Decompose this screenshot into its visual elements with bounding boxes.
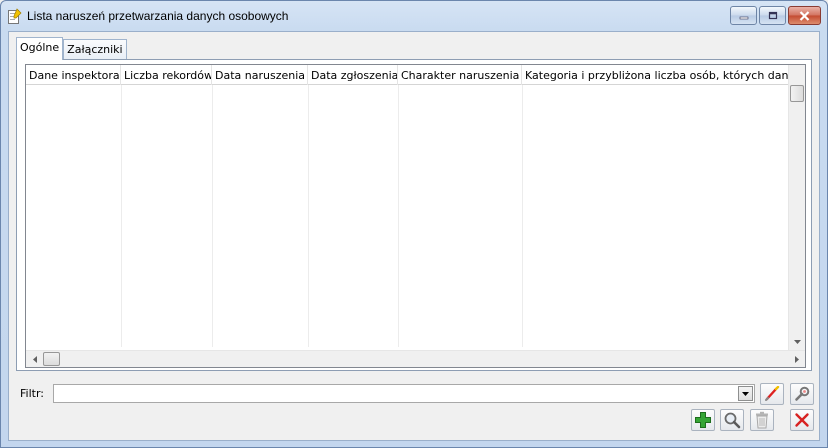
grid-body xyxy=(26,85,799,347)
close-window-button[interactable] xyxy=(788,6,821,25)
minimize-button[interactable] xyxy=(730,6,757,25)
filter-combobox[interactable] xyxy=(53,384,755,403)
column-divider xyxy=(308,85,309,347)
add-button[interactable] xyxy=(691,409,715,431)
close-list-button[interactable] xyxy=(790,409,814,431)
window-client-area: Ogólne Załączniki Dane inspektora Liczba… xyxy=(8,31,820,441)
column-header-data-zgloszenia[interactable]: Data zgłoszenia xyxy=(308,65,398,85)
breach-list-grid[interactable]: Dane inspektora Liczba rekordów Data nar… xyxy=(25,64,806,368)
tab-zalaczniki[interactable]: Załączniki xyxy=(63,39,127,60)
title-bar[interactable]: Lista naruszeń przetwarzania danych osob… xyxy=(1,1,827,31)
column-header-kategoria[interactable]: Kategoria i przybliżona liczba osób, któ… xyxy=(522,65,799,85)
filter-constructor-button[interactable] xyxy=(790,383,814,405)
wrench-icon xyxy=(795,386,810,401)
tab-label: Ogólne xyxy=(20,41,60,54)
scroll-right-button[interactable] xyxy=(788,351,805,367)
delete-button[interactable] xyxy=(750,409,774,431)
preview-button[interactable] xyxy=(720,409,744,431)
column-header-liczba-rekordow[interactable]: Liczba rekordów xyxy=(121,65,212,85)
scroll-left-button[interactable] xyxy=(26,351,43,367)
scroll-down-button[interactable] xyxy=(789,333,805,350)
vertical-scrollbar[interactable] xyxy=(788,65,805,350)
column-divider xyxy=(522,85,523,347)
arrow-right-icon xyxy=(794,355,799,363)
column-header-data-naruszenia[interactable]: Data naruszenia xyxy=(212,65,308,85)
grid-header: Dane inspektora Liczba rekordów Data nar… xyxy=(26,65,799,85)
filter-clear-button[interactable] xyxy=(760,383,784,405)
filter-dropdown-button[interactable] xyxy=(738,386,753,401)
column-divider xyxy=(212,85,213,347)
chevron-down-icon xyxy=(742,391,749,396)
maximize-icon xyxy=(768,11,777,20)
filter-input[interactable] xyxy=(54,385,738,402)
tab-label: Załączniki xyxy=(67,43,123,56)
close-icon xyxy=(799,10,810,21)
column-header-dane-inspektora[interactable]: Dane inspektora xyxy=(26,65,121,85)
arrow-down-icon xyxy=(793,339,801,344)
trash-icon xyxy=(756,411,768,429)
tab-ogolne[interactable]: Ogólne xyxy=(16,37,64,60)
filter-label: Filtr: xyxy=(20,387,44,400)
column-divider xyxy=(398,85,399,347)
arrow-left-icon xyxy=(32,355,37,363)
column-header-charakter-naruszenia[interactable]: Charakter naruszenia xyxy=(398,65,522,85)
close-icon xyxy=(795,413,809,427)
horizontal-scroll-thumb[interactable] xyxy=(43,352,60,366)
plus-icon xyxy=(695,412,711,428)
column-divider xyxy=(121,85,122,347)
minimize-icon xyxy=(739,16,748,19)
vertical-scroll-thumb[interactable] xyxy=(790,85,804,102)
eraser-icon xyxy=(765,386,780,401)
maximize-button[interactable] xyxy=(759,6,786,25)
document-pencil-icon xyxy=(8,8,22,24)
horizontal-scrollbar[interactable] xyxy=(26,350,805,367)
main-window: Lista naruszeń przetwarzania danych osob… xyxy=(0,0,828,448)
window-title: Lista naruszeń przetwarzania danych osob… xyxy=(27,9,289,23)
magnifier-icon xyxy=(724,412,741,429)
tab-strip: Ogólne Załączniki xyxy=(16,37,127,60)
tab-panel-ogolne: Dane inspektora Liczba rekordów Data nar… xyxy=(16,59,812,371)
